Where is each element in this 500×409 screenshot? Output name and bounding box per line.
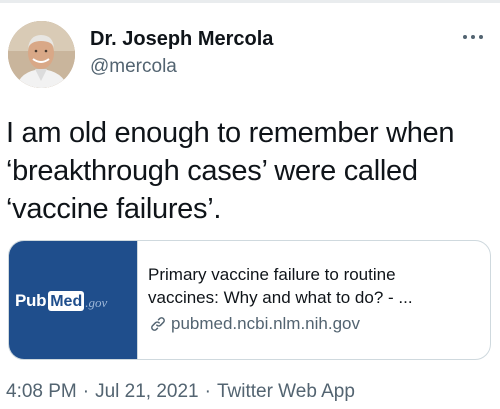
meta-separator: · (82, 381, 90, 402)
author-handle[interactable]: @mercola (90, 56, 177, 78)
card-domain-text: pubmed.ncbi.nlm.nih.gov (171, 314, 361, 333)
card-title[interactable]: Primary vaccine failure to routine vacci… (148, 263, 480, 309)
tweet-text-line: ‘breakthrough cases’ were called (6, 155, 418, 187)
tweet-source[interactable]: Twitter Web App (217, 381, 355, 402)
logo-pub-text: Pub (15, 291, 47, 310)
avatar-photo (8, 21, 75, 88)
pubmed-logo: Pub Med .gov (15, 288, 107, 314)
tweet-text: I am old enough to remember when ‘breakt… (6, 114, 491, 228)
logo-med-text: Med (48, 291, 85, 311)
more-dots-icon[interactable] (455, 26, 491, 48)
avatar[interactable] (8, 21, 75, 88)
top-divider (0, 0, 500, 3)
tweet-date[interactable]: Jul 21, 2021 (95, 381, 199, 402)
tweet: Dr. Joseph Mercola @mercola I am old eno… (0, 0, 500, 409)
tweet-text-line: I am old enough to remember when (6, 117, 455, 149)
card-title-line: Primary vaccine failure to routine (148, 265, 396, 284)
dot (479, 35, 483, 39)
link-icon (151, 317, 165, 331)
author-name[interactable]: Dr. Joseph Mercola (90, 28, 273, 51)
link-card[interactable]: Pub Med .gov Primary vaccine failure to … (8, 240, 491, 360)
tweet-meta: 4:08 PM · Jul 21, 2021 · Twitter Web App (6, 381, 355, 403)
logo-gov-text: .gov (85, 295, 108, 310)
card-thumbnail: Pub Med .gov (9, 241, 138, 359)
dot (463, 35, 467, 39)
card-domain[interactable]: pubmed.ncbi.nlm.nih.gov (148, 313, 360, 335)
meta-separator: · (204, 381, 211, 402)
tweet-text-line: ‘vaccine failures’. (6, 193, 222, 225)
card-title-line: vaccines: Why and what to do? - ... (148, 288, 413, 307)
tweet-time[interactable]: 4:08 PM (6, 381, 77, 402)
dot (471, 35, 475, 39)
